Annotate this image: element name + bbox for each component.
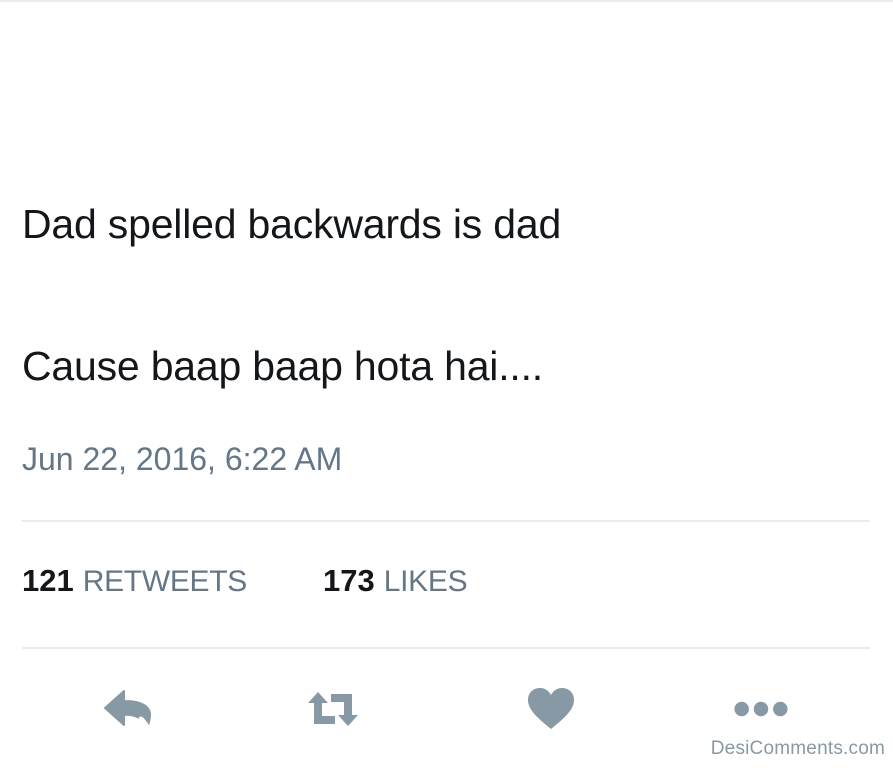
heart-icon <box>528 688 574 729</box>
tweet-stats: 121 RETWEETS 173 LIKES <box>22 563 468 603</box>
retweet-button[interactable] <box>305 684 361 734</box>
retweets-stat[interactable]: 121 RETWEETS <box>22 563 247 599</box>
like-button[interactable] <box>523 684 579 734</box>
retweet-icon <box>308 692 358 726</box>
reply-button[interactable] <box>101 684 157 734</box>
watermark: DesiComments.com <box>710 738 885 759</box>
reply-icon <box>104 690 151 729</box>
likes-stat[interactable]: 173 LIKES <box>323 563 468 599</box>
more-button[interactable] <box>733 684 789 734</box>
likes-count: 173 <box>323 563 375 598</box>
tweet-timestamp[interactable]: Jun 22, 2016, 6:22 AM <box>22 440 342 478</box>
retweets-label: RETWEETS <box>82 565 248 598</box>
divider <box>22 647 870 649</box>
likes-label: LIKES <box>383 565 468 598</box>
retweets-count: 121 <box>22 563 74 598</box>
tweet-text-line-1: Dad spelled backwards is dad <box>22 201 562 247</box>
top-border <box>0 0 893 2</box>
divider <box>22 520 870 522</box>
tweet-text-line-2: Cause baap baap hota hai.... <box>22 343 543 389</box>
more-dots-icon <box>734 701 788 717</box>
